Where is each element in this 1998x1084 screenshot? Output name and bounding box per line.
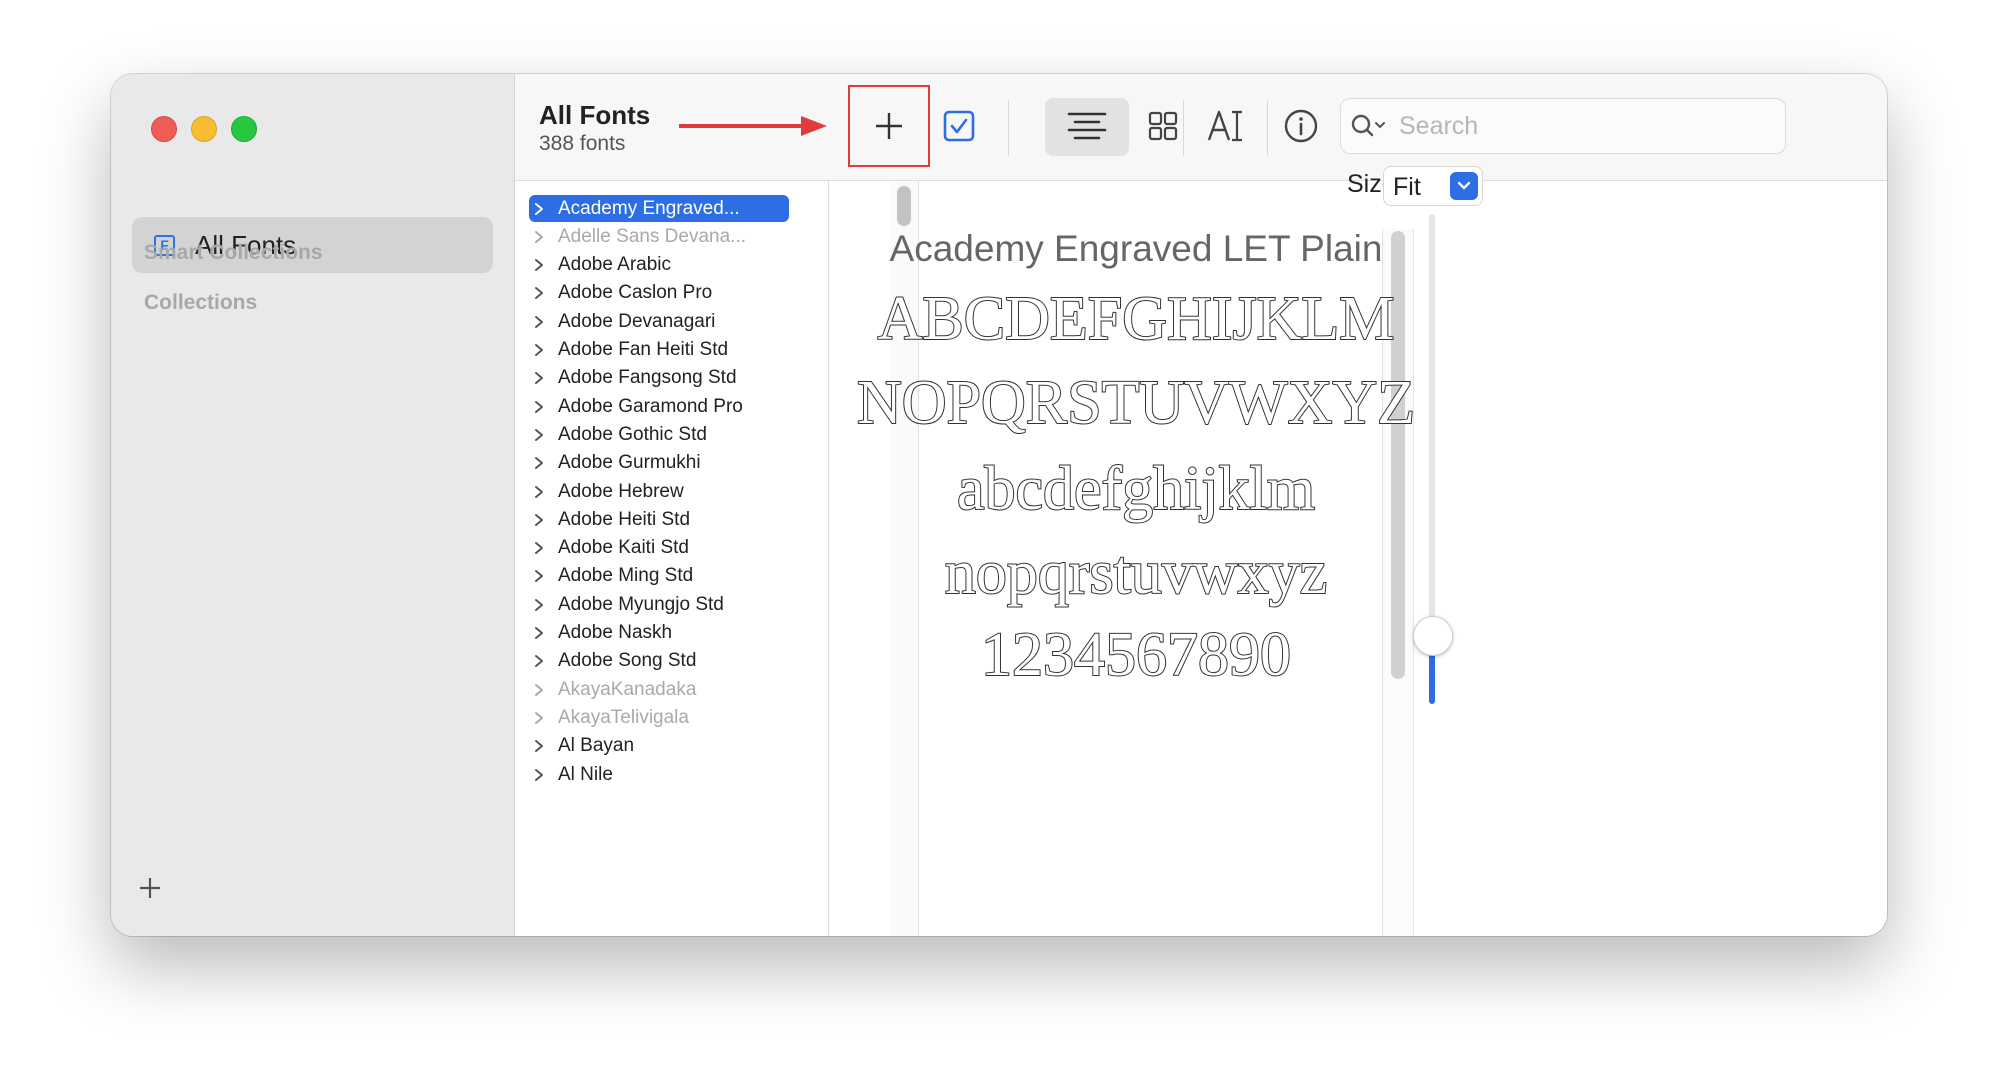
chevron-right-icon[interactable] [529,485,549,499]
preview-font-name: Academy Engraved LET Plain [889,228,1383,269]
chevron-right-icon[interactable] [529,230,549,244]
font-name: Al Bayan [558,735,635,757]
font-list-scrollbar-thumb[interactable] [897,186,911,226]
preview-uppercase-2: NOPQRSTUVWXYZ [856,368,1416,438]
size-value: Fit [1393,173,1421,201]
preview-lowercase-1: abcdefghijklm [956,454,1316,524]
toolbar-separator [1008,100,1009,156]
font-name: Adobe Kaiti Std [558,537,689,559]
chevron-right-icon[interactable] [529,598,549,612]
chevron-right-icon[interactable] [529,286,549,300]
chevron-right-icon[interactable] [529,541,549,555]
add-collection-button[interactable] [138,866,162,906]
size-select[interactable]: Fit [1383,166,1483,206]
window-title: All Fonts [539,100,651,130]
font-name: Adelle Sans Devana... [558,225,747,247]
chevron-right-icon[interactable] [529,768,549,782]
chevron-right-icon[interactable] [529,202,549,216]
font-name: Adobe Garamond Pro [558,395,743,417]
chevron-right-icon[interactable] [529,343,549,357]
custom-preview-button[interactable] [1201,102,1251,150]
add-fonts-button[interactable] [848,85,930,167]
chevron-right-icon[interactable] [529,739,549,753]
toolbar: All Fonts 388 fonts Search [515,74,1887,181]
chevron-right-icon[interactable] [529,569,549,583]
font-list-item[interactable]: AkayaTelivigala [529,704,789,731]
zoom-window-button[interactable] [231,116,257,142]
font-name: Adobe Naskh [558,622,673,643]
chevron-right-icon[interactable] [529,315,549,329]
font-name: Adobe Song Std [558,650,697,672]
grid-view-button[interactable] [1141,104,1185,148]
chevron-right-icon[interactable] [529,654,549,668]
font-name: Adobe Ming Std [558,565,694,587]
font-name: Adobe Gothic Std [558,423,707,445]
font-name: Adobe Arabic [558,254,672,276]
font-list-item[interactable]: Academy Engraved... [529,195,789,222]
search-icon [1351,114,1385,137]
toolbar-separator [1183,100,1184,156]
chevron-right-icon[interactable] [529,626,549,640]
text-align-center-icon [1067,112,1107,140]
chevron-right-icon[interactable] [529,371,549,385]
chevron-down-icon [1450,172,1478,200]
info-icon [1284,109,1318,143]
enable-font-button[interactable] [935,102,983,150]
chevron-right-icon[interactable] [529,683,549,697]
font-name: Adobe Hebrew [558,480,684,502]
chevron-right-icon[interactable] [529,513,549,527]
font-name: Adobe Fan Heiti Std [558,339,729,360]
minimize-window-button[interactable] [191,116,217,142]
font-name: Adobe Gurmukhi [558,452,701,474]
search-placeholder: Search [1399,111,1479,140]
font-list-item[interactable]: Al Bayan [529,733,789,760]
font-name: AkayaTelivigala [558,706,689,728]
close-window-button[interactable] [151,116,177,142]
plus-icon [140,878,160,898]
search-field[interactable]: Search [1340,98,1786,154]
preview-uppercase-1: ABCDEFGHIJKLM [877,284,1396,354]
chevron-right-icon[interactable] [529,428,549,442]
font-info-button[interactable] [1279,104,1323,148]
toolbar-separator [1267,100,1268,156]
font-name: AkayaKanadaka [558,678,697,700]
font-book-window: F All Fonts Smart Collections Collection… [111,74,1887,936]
chevron-right-icon[interactable] [529,258,549,272]
sample-view-button[interactable] [1045,98,1129,156]
font-name: Adobe Caslon Pro [558,282,713,304]
sidebar: F All Fonts Smart Collections Collection… [111,74,515,936]
grid-icon [1148,111,1178,141]
smart-collections-heading: Smart Collections [144,241,323,264]
font-name: Adobe Fangsong Std [558,367,737,389]
font-name: Adobe Heiti Std [558,508,691,530]
checkbox-icon [943,110,975,142]
font-name: Adobe Devanagari [558,310,716,332]
font-name: Al Nile [558,763,613,785]
chevron-right-icon[interactable] [529,711,549,725]
chevron-right-icon[interactable] [529,400,549,414]
text-cursor-icon [1207,110,1242,142]
font-count: 388 fonts [539,132,626,155]
font-list-item[interactable]: Al Nile [529,761,789,788]
plus-icon [876,113,902,139]
font-name: Adobe Myungjo Std [558,593,724,615]
collections-heading: Collections [144,291,258,314]
font-name: Academy Engraved... [558,197,740,219]
preview-lowercase-2: nopqrstuvwxyz [944,538,1328,608]
annotation-arrow [679,116,827,136]
chevron-right-icon[interactable] [529,456,549,470]
